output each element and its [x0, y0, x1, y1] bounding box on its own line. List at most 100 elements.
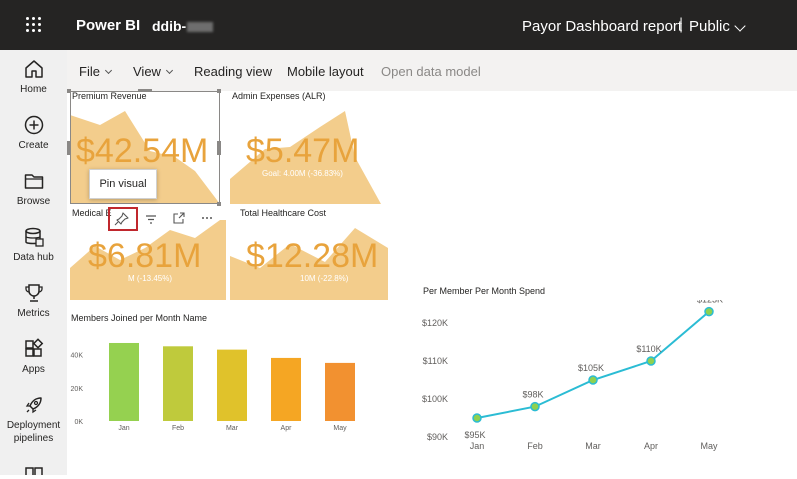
filter-icon[interactable]	[144, 212, 158, 231]
data-point	[588, 375, 598, 385]
data-point	[646, 356, 656, 366]
x-tick-label: Feb	[527, 441, 543, 451]
nav-deployment-pipelines-label: Deployment pipelines	[6, 420, 61, 444]
open-data-model-button: Open data model	[381, 64, 481, 79]
x-tick-label: Apr	[281, 425, 293, 432]
report-title: Payor Dashboard report	[522, 18, 683, 35]
resize-handle[interactable]	[138, 89, 152, 92]
kpi-title: Total Healthcare Cost	[240, 208, 327, 218]
pin-visual-tooltip: Pin visual	[89, 169, 157, 199]
nav-apps[interactable]: Apps	[0, 338, 67, 376]
resize-handle[interactable]	[217, 141, 221, 155]
mobile-layout-button[interactable]: Mobile layout	[287, 64, 364, 79]
x-tick-label: Apr	[644, 441, 658, 451]
x-tick-label: May	[700, 441, 718, 451]
pmpm-line-chart[interactable]: $90K $100K $110K $120K $95KJan $98K Feb $105K Ma…	[415, 300, 745, 460]
pin-highlight-box	[108, 207, 138, 231]
focus-mode-icon[interactable]	[172, 211, 186, 230]
kpi-goal: M (-13.45%)	[128, 274, 173, 283]
home-icon	[24, 60, 43, 78]
resize-handle[interactable]	[217, 202, 221, 206]
data-label: $123K	[697, 300, 723, 305]
nav-more[interactable]	[0, 466, 67, 479]
database-icon	[24, 227, 44, 247]
data-point	[704, 306, 714, 317]
bar	[109, 342, 139, 421]
resize-handle[interactable]	[67, 141, 71, 155]
kpi-title: Medical E	[72, 208, 112, 218]
data-label: $98K	[522, 390, 543, 400]
workspace-name[interactable]: ddib-	[152, 18, 214, 34]
kpi-tile-total-healthcare-cost[interactable]: Total Healthcare Cost $12.28M 10M (-22.8…	[230, 208, 388, 300]
apps-icon	[24, 338, 43, 357]
nav-home[interactable]: Home	[0, 58, 67, 96]
bar	[325, 362, 355, 421]
nav-metrics[interactable]: Metrics	[0, 282, 67, 320]
data-label: $110K	[636, 344, 661, 354]
x-tick-label: Mar	[226, 425, 239, 432]
nav-metrics-label: Metrics	[17, 308, 50, 319]
kpi-value: $5.47M	[246, 132, 360, 170]
bar-chart-title: Members Joined per Month Name	[71, 313, 208, 323]
y-tick-label: 20K	[71, 386, 84, 393]
y-tick-label: 0K	[74, 419, 83, 426]
kpi-value: $12.28M	[246, 237, 379, 275]
bar	[163, 346, 193, 421]
y-tick-label: $90K	[427, 432, 448, 442]
data-point	[530, 401, 540, 412]
waffle-icon[interactable]	[26, 17, 42, 33]
kpi-tile-admin-expenses[interactable]: Admin Expenses (ALR) $5.47M Goal: 4.00M …	[230, 91, 381, 204]
left-nav-rail: Home Create Browse Data hub Metrics Apps…	[0, 50, 67, 475]
y-tick-label: $120K	[422, 318, 448, 328]
reading-view-button[interactable]: Reading view	[194, 64, 272, 79]
chevron-down-icon	[104, 66, 112, 75]
nav-data-hub[interactable]: Data hub	[0, 226, 67, 264]
x-tick-label: Feb	[172, 425, 184, 432]
nav-create-label: Create	[18, 140, 49, 151]
nav-browse-label: Browse	[16, 196, 51, 207]
nav-deployment-pipelines[interactable]: Deployment pipelines	[0, 394, 67, 445]
sensitivity-label[interactable]: Public	[689, 18, 730, 35]
nav-create[interactable]: Create	[0, 114, 67, 152]
file-menu-label: File	[79, 64, 100, 79]
app-name[interactable]: Power BI	[76, 17, 140, 34]
trophy-icon	[24, 284, 43, 302]
file-menu[interactable]: File	[79, 64, 112, 79]
action-bar: File View Reading view Mobile layout Ope…	[67, 50, 797, 91]
x-tick-label: Jan	[470, 441, 485, 451]
redacted-text	[187, 22, 214, 33]
y-tick-label: $100K	[422, 394, 448, 404]
bar	[217, 349, 247, 421]
folder-icon	[24, 174, 43, 189]
kpi-value: $6.81M	[88, 237, 202, 275]
data-point	[472, 413, 482, 423]
members-joined-bar-chart[interactable]: 0K 20K 40K Jan Feb Mar Apr May	[67, 330, 377, 440]
kpi-goal: Goal: 4.00M (-36.83%)	[262, 169, 343, 178]
data-label: $95K	[464, 430, 485, 440]
x-tick-label: Jan	[118, 425, 129, 432]
workspace-label: ddib-	[152, 18, 187, 34]
view-menu-label: View	[133, 64, 161, 79]
bar	[271, 357, 301, 421]
y-tick-label: $110K	[423, 356, 448, 366]
chevron-down-icon[interactable]	[734, 20, 746, 32]
rocket-icon	[25, 397, 42, 414]
x-tick-label: Mar	[585, 441, 601, 451]
kpi-title: Admin Expenses (ALR)	[232, 91, 326, 101]
top-bar: Power BI ddib- Payor Dashboard report | …	[0, 0, 797, 50]
chevron-down-icon	[165, 66, 173, 75]
title-separator: |	[679, 16, 684, 33]
resize-handle[interactable]	[217, 89, 221, 93]
more-options-icon[interactable]	[200, 211, 214, 230]
resize-handle[interactable]	[67, 89, 71, 93]
data-label: $105K	[578, 363, 604, 373]
x-tick-label: May	[333, 425, 347, 432]
nav-apps-label: Apps	[22, 364, 45, 375]
y-tick-label: 40K	[71, 353, 84, 360]
view-menu[interactable]: View	[133, 64, 173, 79]
plus-circle-icon	[24, 115, 43, 135]
nav-home-label: Home	[20, 84, 47, 95]
nav-browse[interactable]: Browse	[0, 170, 67, 208]
line-chart-title: Per Member Per Month Spend	[423, 286, 546, 296]
nav-data-hub-label: Data hub	[13, 252, 54, 263]
